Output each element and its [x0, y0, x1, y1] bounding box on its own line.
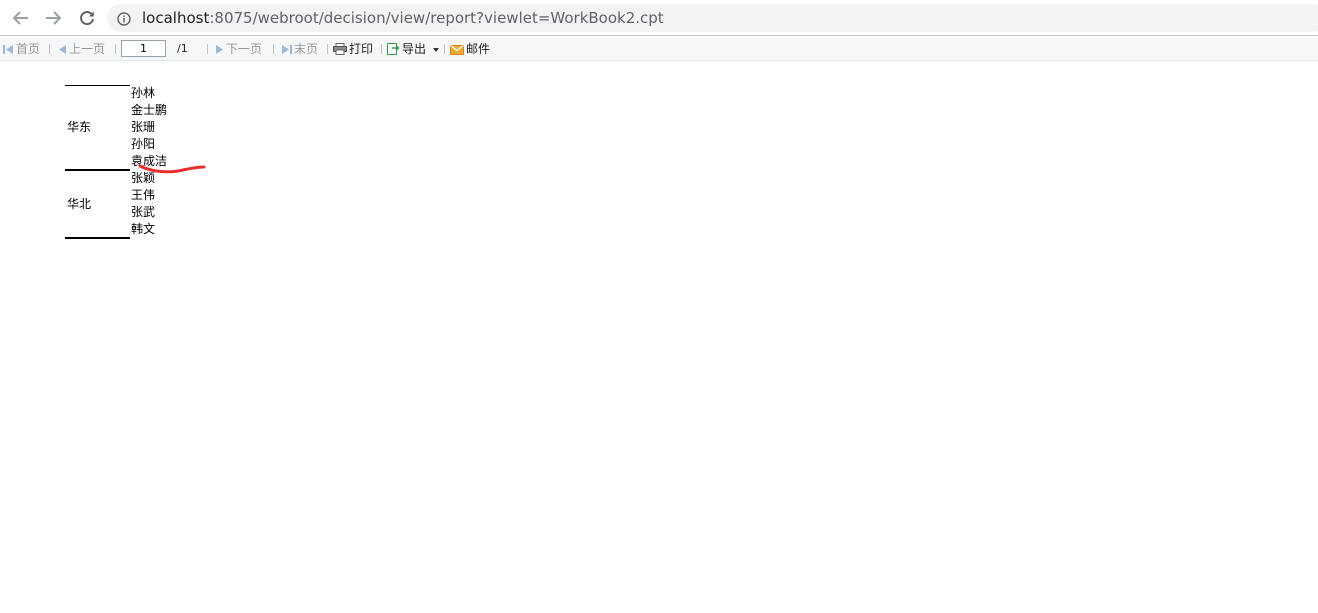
- next-page-label: 下一页: [226, 42, 263, 56]
- caret-down-icon: [432, 48, 439, 52]
- envelope-icon: [450, 45, 464, 55]
- print-button[interactable]: 打印: [333, 41, 373, 57]
- table-cell-name: 孙林: [131, 86, 156, 100]
- first-page-label: 首页: [16, 42, 41, 56]
- last-page-label: 末页: [294, 42, 319, 56]
- first-page-button[interactable]: 首页: [3, 41, 40, 57]
- email-label: 邮件: [466, 42, 491, 56]
- next-page-icon: [216, 45, 223, 54]
- forward-arrow-icon[interactable]: [43, 8, 63, 28]
- table-cell-name: 王伟: [131, 188, 156, 202]
- table-cell-name: 孙阳: [131, 137, 156, 151]
- back-arrow-icon[interactable]: [11, 8, 31, 28]
- url-text[interactable]: localhost:8075/webroot/decision/view/rep…: [142, 9, 664, 27]
- url-host: localhost: [142, 9, 210, 27]
- first-page-icon: [3, 45, 13, 54]
- table-cell-name: 韩文: [131, 222, 156, 236]
- export-button[interactable]: 导出: [387, 41, 441, 57]
- print-label: 打印: [349, 42, 374, 56]
- last-page-button[interactable]: 末页: [281, 41, 318, 57]
- table-cell-name: 金士鹏: [131, 103, 168, 117]
- info-icon[interactable]: [117, 11, 131, 26]
- url-path: :8075/webroot/decision/view/report?viewl…: [209, 9, 664, 27]
- toolbar-divider: [207, 44, 208, 54]
- export-label: 导出: [402, 42, 427, 56]
- table-cell-region: 华东: [67, 120, 92, 134]
- toolbar-divider: [444, 44, 445, 54]
- table-border-top: [65, 85, 130, 86]
- table-cell-name: 张武: [131, 205, 156, 219]
- toolbar-divider: [49, 44, 50, 54]
- table-cell-name: 张珊: [131, 120, 156, 134]
- prev-page-button[interactable]: 上一页: [58, 41, 105, 57]
- report-area: 孙林 金士鹏 华东 张珊 孙阳 袁成洁 张颖 王伟 华北 张武 韩文: [0, 62, 1318, 613]
- page-number-input[interactable]: [121, 40, 166, 57]
- last-page-icon: [282, 45, 292, 54]
- table-cell-region: 华北: [67, 197, 92, 211]
- printer-icon: [333, 43, 347, 55]
- prev-page-icon: [59, 45, 66, 54]
- table-border-bottom: [65, 237, 130, 239]
- toolbar-divider: [327, 44, 328, 54]
- browser-toolbar: localhost:8075/webroot/decision/view/rep…: [0, 0, 1318, 36]
- toolbar-divider: [381, 44, 382, 54]
- address-bar[interactable]: localhost:8075/webroot/decision/view/rep…: [107, 4, 1318, 32]
- email-button[interactable]: 邮件: [450, 41, 490, 57]
- export-icon: [387, 43, 400, 55]
- toolbar-divider: [115, 44, 116, 54]
- table-group-divider: [65, 169, 130, 171]
- toolbar-divider: [273, 44, 274, 54]
- page-total: /1: [177, 42, 188, 55]
- red-underline-annotation: [138, 164, 206, 174]
- reload-icon[interactable]: [77, 8, 97, 28]
- next-page-button[interactable]: 下一页: [215, 41, 262, 57]
- report-toolbar: 首页 上一页 /1 下一页 末页 打印 导出 邮件: [0, 37, 1318, 61]
- prev-page-label: 上一页: [69, 42, 106, 56]
